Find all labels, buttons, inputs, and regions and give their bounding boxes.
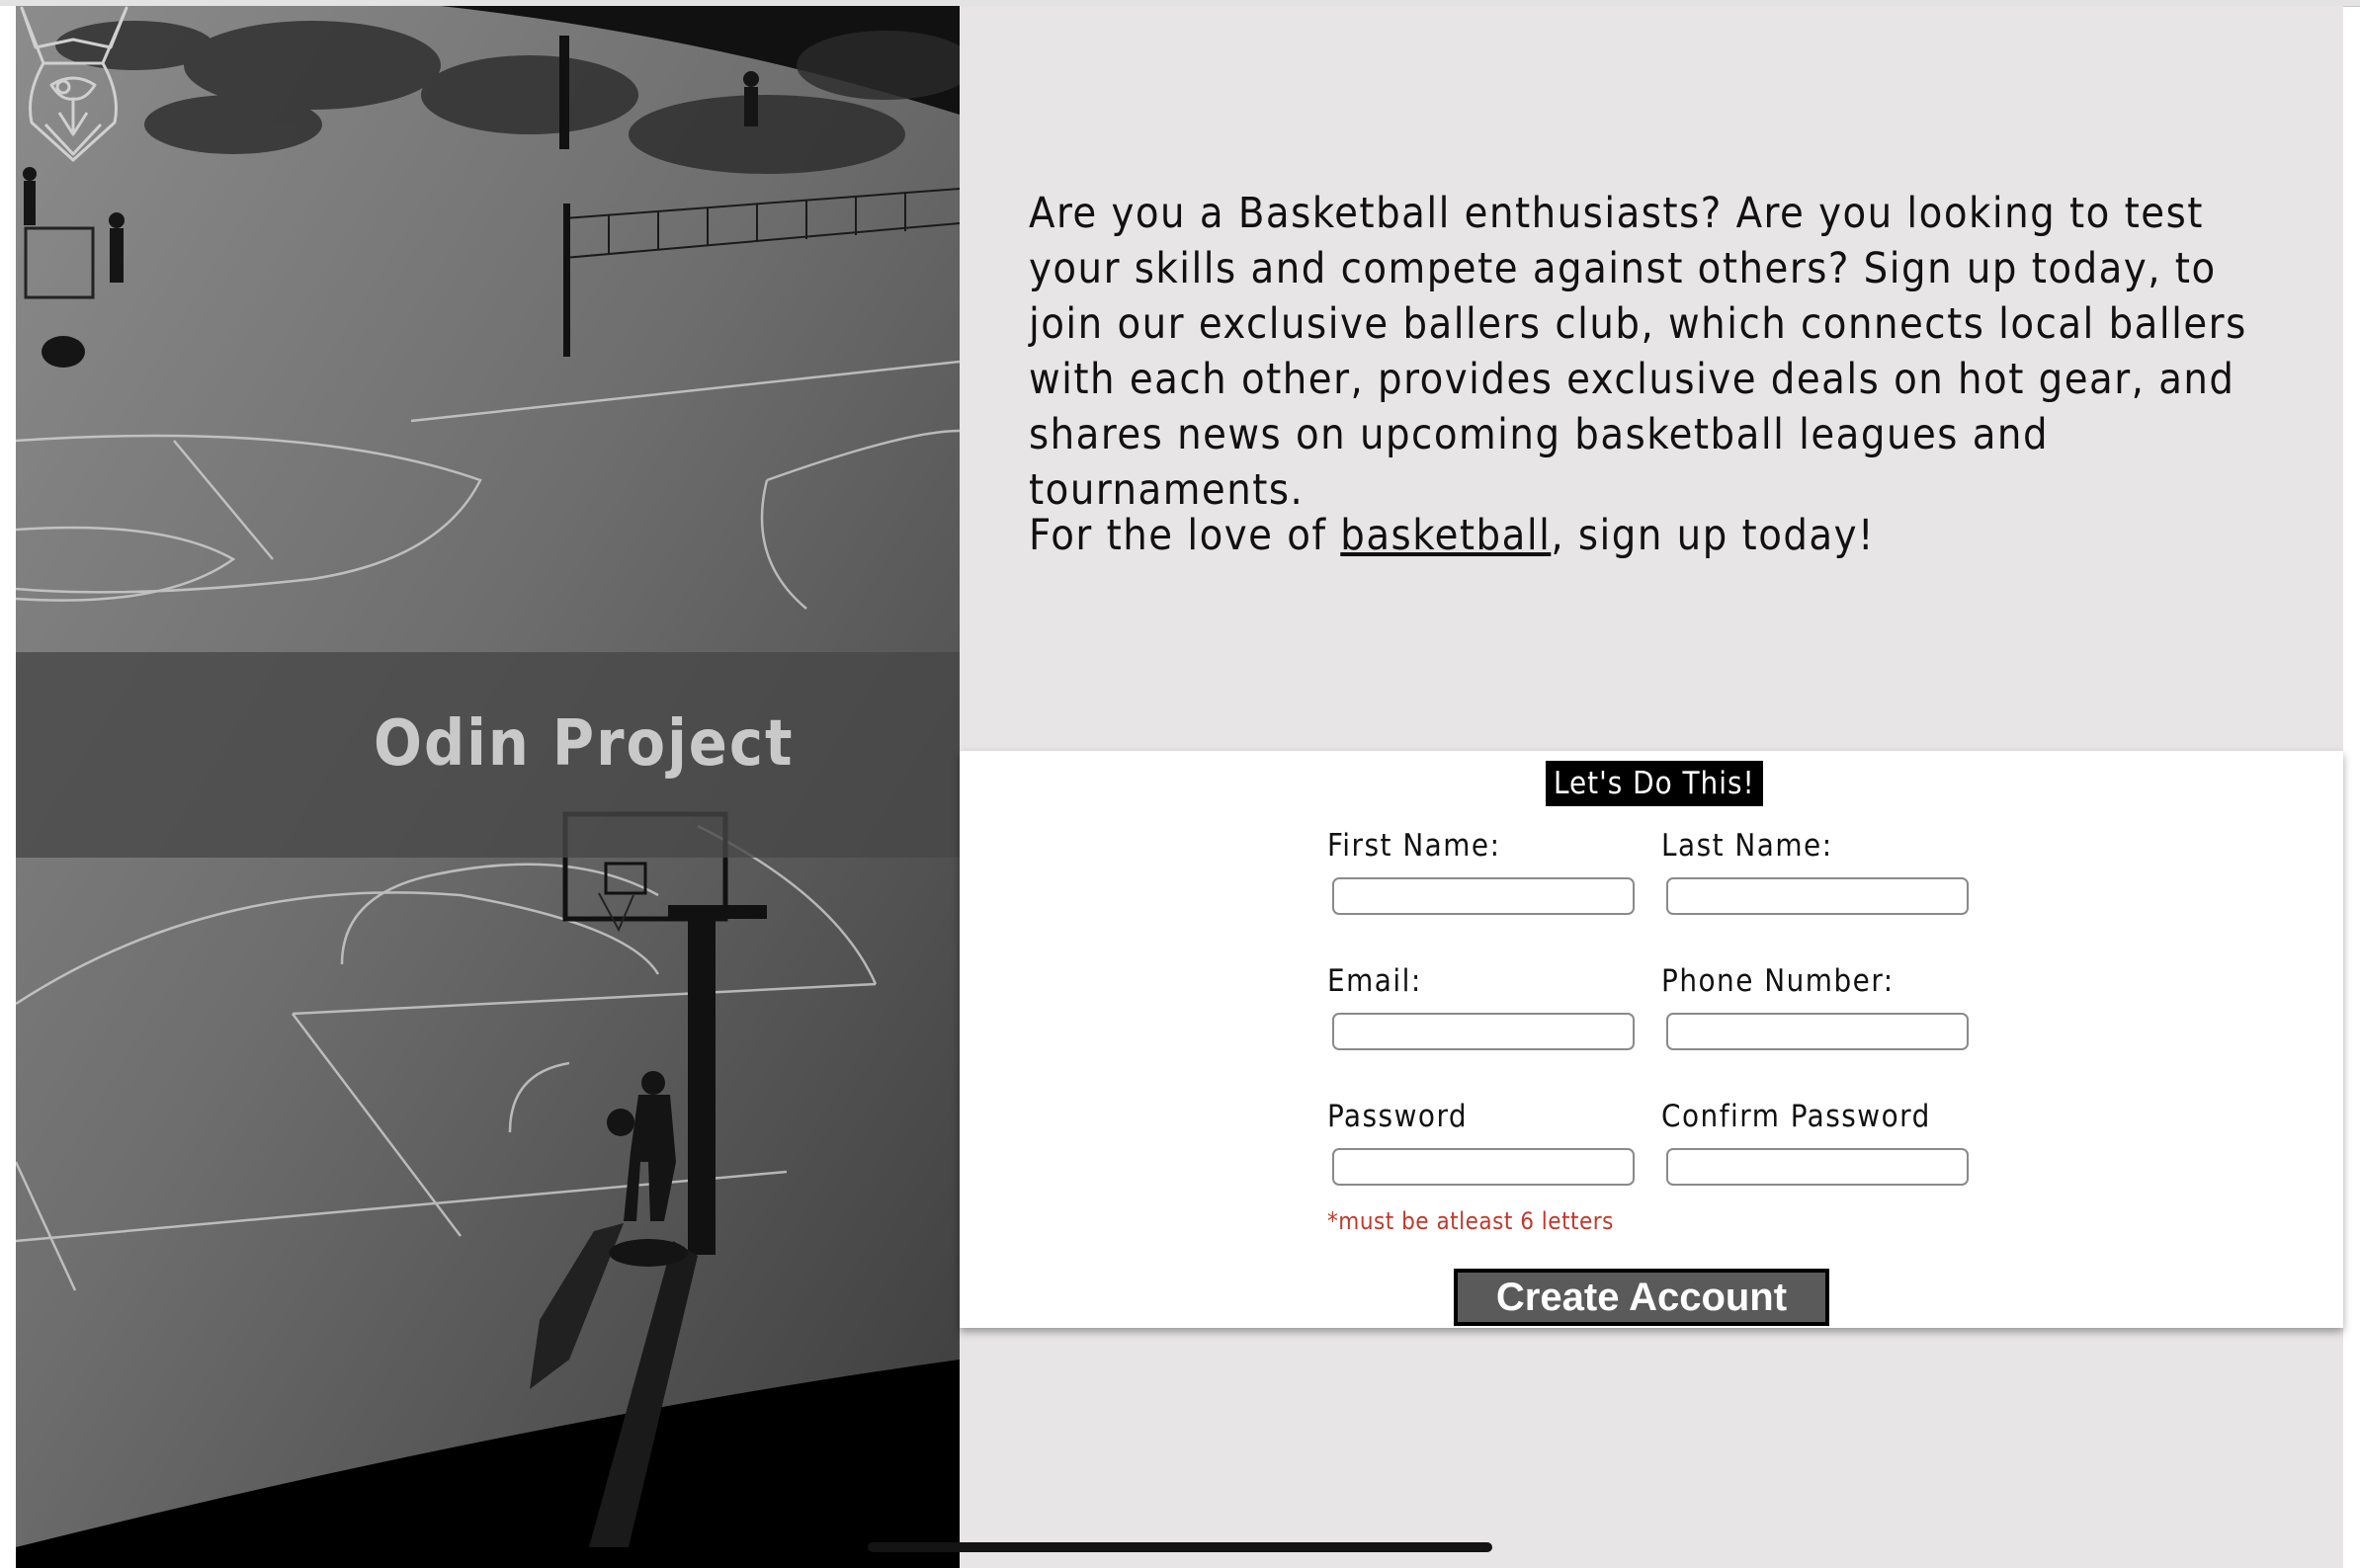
confirm-password-label: Confirm Password [1661,1099,1931,1134]
email-input[interactable] [1332,1013,1635,1050]
home-indicator [868,1542,1492,1552]
intro-paragraph: Are you a Basketball enthusiasts? Are yo… [1029,189,2247,515]
phone-input[interactable] [1666,1013,1969,1050]
password-label: Password [1327,1099,1469,1134]
password-hint: *must be atleast 6 letters [1327,1207,1614,1235]
love-suffix: , sign up today! [1551,511,1876,560]
first-name-label: First Name: [1327,828,1501,864]
odin-viking-helmet-icon [20,6,128,162]
last-name-label: Last Name: [1661,828,1833,864]
love-line: For the love of basketball, sign up toda… [1029,508,1875,563]
signup-form: Let's Do This! First Name: Last Name: Em… [960,751,2343,1328]
basketball-link[interactable]: basketball [1340,511,1551,560]
left-gutter [0,6,16,1568]
email-label: Email: [1327,963,1422,999]
hero-image: Odin Project [16,6,960,1568]
phone-label: Phone Number: [1661,963,1895,999]
love-prefix: For the love of [1029,511,1341,560]
create-account-button[interactable]: Create Account [1454,1269,1829,1326]
first-name-input[interactable] [1332,877,1635,915]
form-title: Let's Do This! [1546,761,1763,806]
brand-name: Odin Project [374,707,795,781]
last-name-input[interactable] [1666,877,1969,915]
confirm-password-input[interactable] [1666,1148,1969,1186]
password-input[interactable] [1332,1148,1635,1186]
